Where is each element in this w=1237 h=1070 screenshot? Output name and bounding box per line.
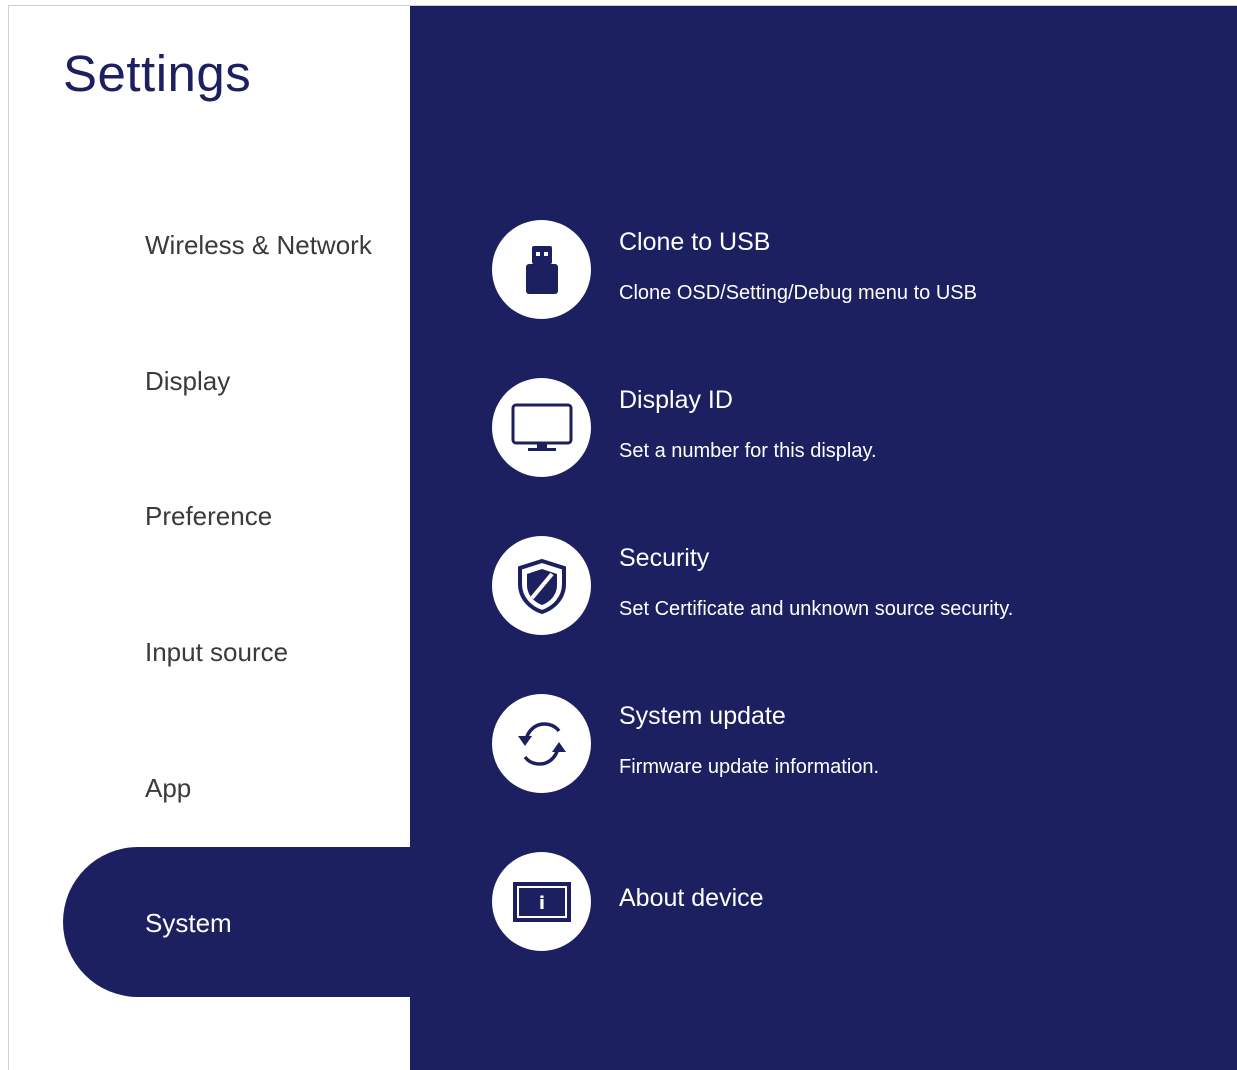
display-id-title: Display ID — [619, 386, 733, 414]
page-title: Settings — [63, 45, 252, 102]
sidebar-item-display[interactable]: Display — [145, 366, 230, 397]
security-item[interactable]: Security Set Certificate and unknown sou… — [492, 536, 1192, 636]
sidebar: Settings Wireless & Network Display Pref… — [9, 6, 483, 1070]
security-title: Security — [619, 544, 710, 572]
info-icon: i — [492, 852, 591, 951]
clone-to-usb-title: Clone to USB — [619, 228, 771, 256]
usb-drive-icon — [492, 220, 591, 319]
security-description: Set Certificate and unknown source secur… — [619, 598, 1014, 620]
sync-arrows-icon — [492, 694, 591, 793]
settings-window: Settings Wireless & Network Display Pref… — [8, 5, 1237, 1070]
about-device-title: About device — [619, 884, 764, 912]
shield-icon — [492, 536, 591, 635]
display-id-description: Set a number for this display. — [619, 440, 877, 462]
clone-to-usb-description: Clone OSD/Setting/Debug menu to USB — [619, 282, 977, 304]
monitor-icon — [492, 378, 591, 477]
sidebar-item-app[interactable]: App — [145, 773, 191, 804]
system-update-title: System update — [619, 702, 786, 730]
sidebar-item-preference[interactable]: Preference — [145, 501, 272, 532]
display-id-item[interactable]: Display ID Set a number for this display… — [492, 378, 1192, 478]
system-update-description: Firmware update information. — [619, 756, 880, 778]
clone-to-usb-item[interactable]: Clone to USB Clone OSD/Setting/Debug men… — [492, 220, 1192, 320]
about-device-item[interactable]: i About device — [492, 852, 1192, 952]
sidebar-selection-highlight — [63, 847, 483, 997]
system-update-item[interactable]: System update Firmware update informatio… — [492, 694, 1192, 794]
sidebar-item-wireless-network[interactable]: Wireless & Network — [145, 230, 372, 261]
sidebar-item-input-source[interactable]: Input source — [145, 637, 288, 668]
sidebar-item-system[interactable]: System — [145, 908, 232, 939]
svg-text:i: i — [538, 893, 544, 914]
